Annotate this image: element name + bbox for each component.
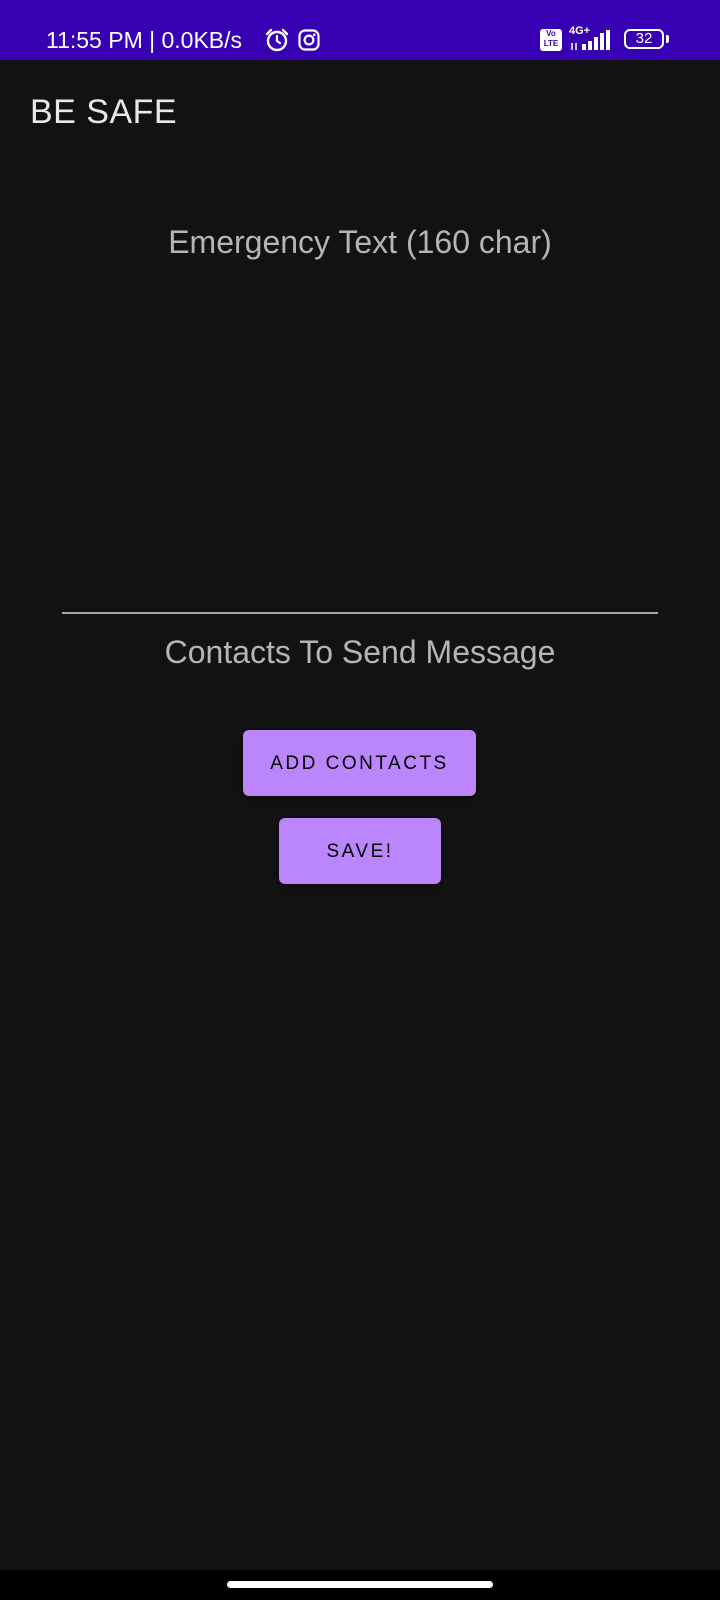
emergency-text-label: Emergency Text (160 char) [168, 224, 552, 260]
status-time: 11:55 PM | 0.0KB/s [46, 27, 243, 53]
instagram-icon [298, 29, 320, 51]
contacts-label: Contacts To Send Message [164, 634, 556, 670]
home-indicator[interactable] [227, 1581, 493, 1588]
battery-nub [666, 35, 669, 43]
signal-icon [571, 30, 610, 50]
add-contacts-button[interactable]: ADD CONTACTS [243, 730, 476, 796]
app-screen: 11:55 PM | 0.0KB/s Vo LTE 4G+ 32 BE SAFE… [0, 0, 720, 1600]
navigation-bar [0, 1570, 720, 1600]
app-title: BE SAFE [30, 93, 178, 131]
status-bar: 11:55 PM | 0.0KB/s Vo LTE 4G+ 32 [0, 0, 720, 60]
volte-icon: Vo LTE [540, 29, 562, 51]
volte-bottom-text: LTE [543, 39, 559, 48]
save-button[interactable]: SAVE! [279, 818, 441, 884]
alarm-icon [265, 28, 289, 52]
emergency-message-input[interactable] [62, 280, 658, 614]
volte-top-text: Vo [546, 29, 556, 38]
battery-level: 32 [635, 30, 653, 47]
